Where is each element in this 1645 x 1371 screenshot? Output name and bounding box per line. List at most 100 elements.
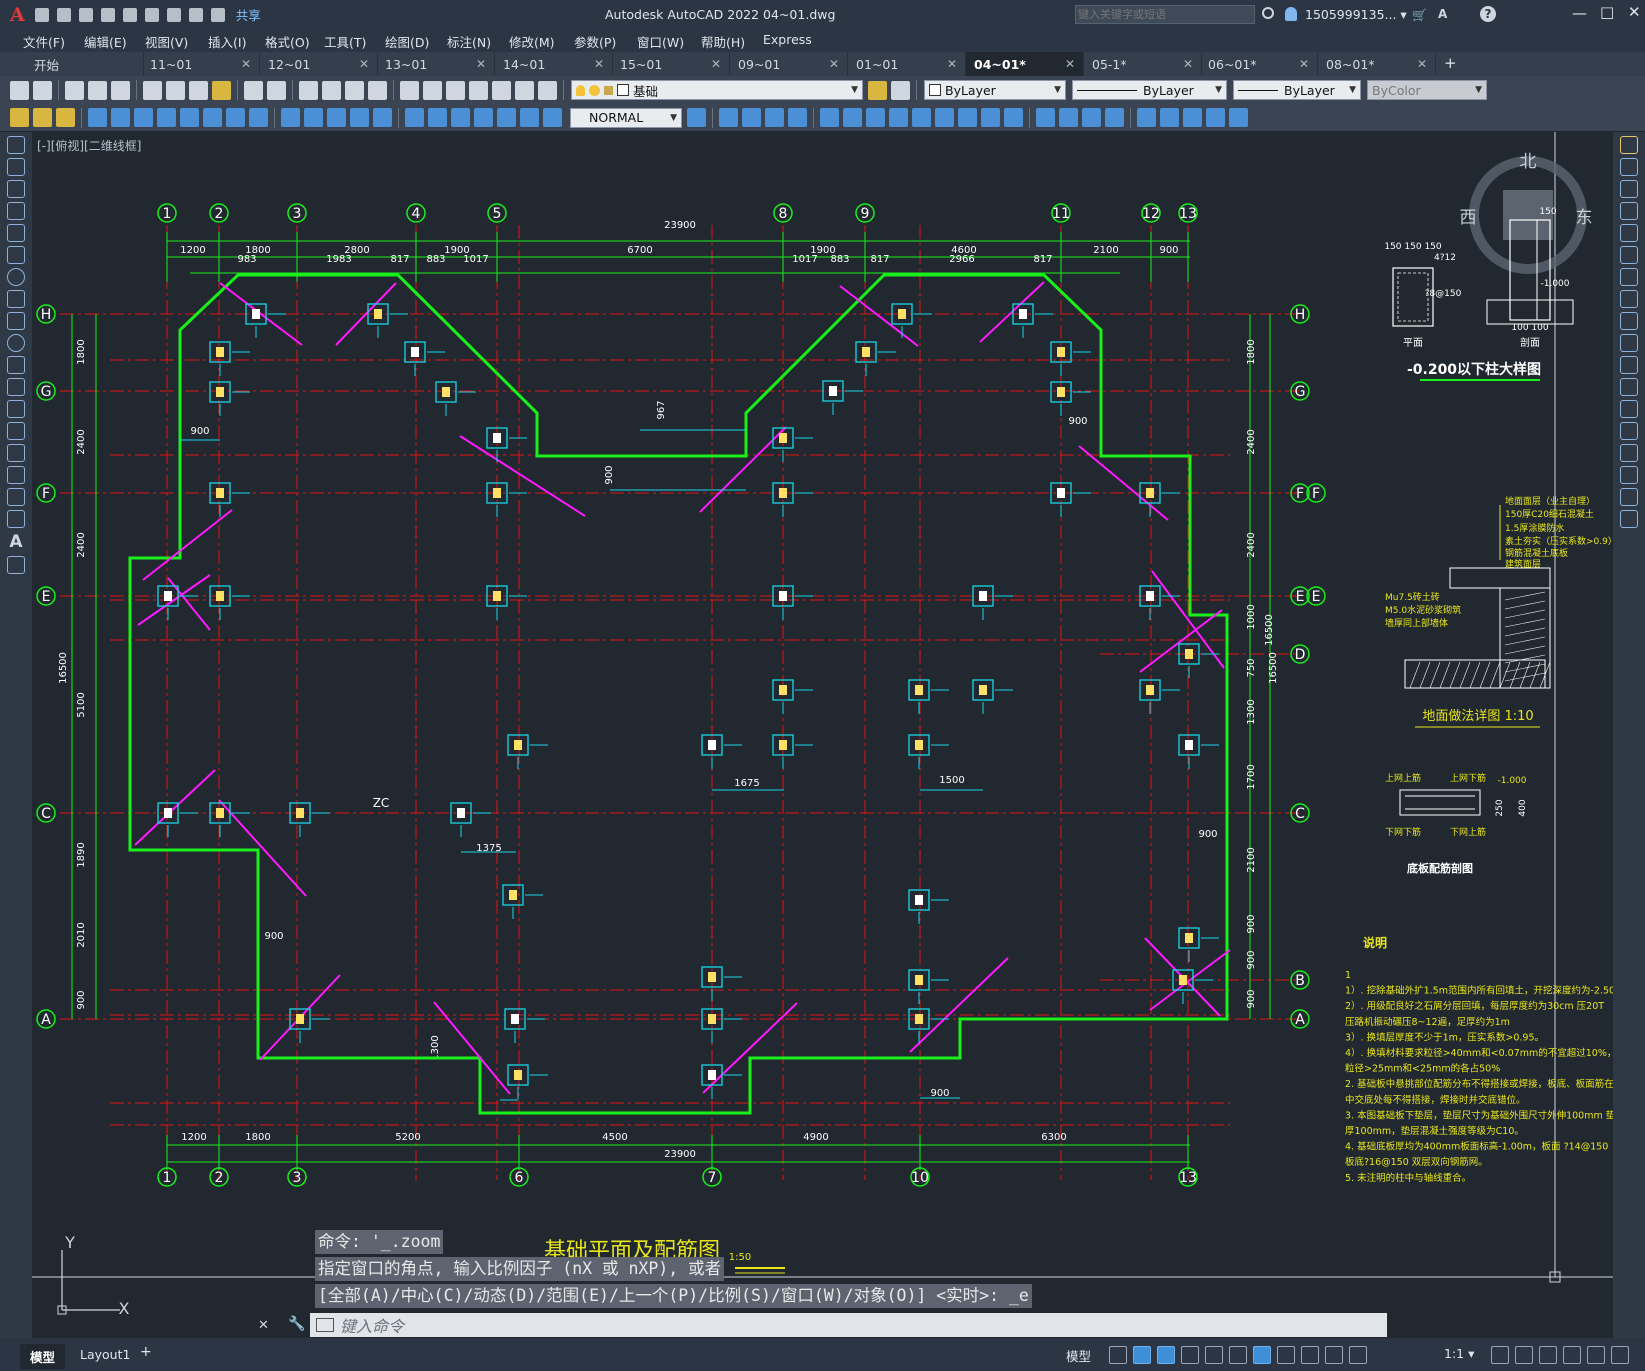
zoom-window-icon[interactable]	[345, 80, 364, 100]
file-tab[interactable]: 12~01 ✕	[260, 52, 378, 76]
command-input[interactable]: 键入命令	[340, 1313, 404, 1337]
erase-icon[interactable]	[1620, 136, 1638, 154]
chamfer-icon[interactable]	[1620, 444, 1638, 462]
command-close-icon[interactable]: ✕	[258, 1318, 269, 1333]
autoscale-icon[interactable]	[1349, 1346, 1367, 1364]
web-save-icon[interactable]	[144, 7, 159, 22]
array-icon[interactable]	[958, 108, 977, 127]
file-tab[interactable]: 01~01 ✕	[848, 52, 966, 76]
plot-icon[interactable]	[166, 7, 181, 22]
blend-icon[interactable]	[1620, 488, 1638, 506]
tab-close-icon[interactable]: ✕	[476, 57, 486, 71]
dim-space-icon[interactable]	[350, 108, 369, 127]
search-box[interactable]	[1075, 5, 1255, 24]
color-dropdown[interactable]: ByLayer ▼	[924, 80, 1066, 100]
inspection-icon[interactable]	[451, 108, 470, 127]
make-block-icon[interactable]	[7, 400, 25, 418]
menu-item[interactable]: 视图(V)	[138, 32, 195, 51]
tab-close-icon[interactable]: ✕	[829, 57, 839, 71]
polar-icon[interactable]	[1181, 1346, 1199, 1364]
tool-palettes-icon[interactable]	[446, 80, 465, 100]
tolerance-icon[interactable]	[405, 108, 424, 127]
menu-item[interactable]: 标注(N)	[440, 32, 498, 51]
join-icon[interactable]	[1620, 422, 1638, 440]
layer-previous-icon[interactable]	[891, 80, 910, 100]
linetype-dropdown[interactable]: ByLayer ▼	[1072, 80, 1227, 100]
markup-icon[interactable]	[492, 80, 511, 100]
region-icon[interactable]	[7, 488, 25, 506]
save-icon[interactable]	[78, 7, 93, 22]
fillet-icon[interactable]	[1620, 466, 1638, 484]
zoom-previous-icon[interactable]	[368, 80, 387, 100]
gear-icon[interactable]	[1491, 1346, 1509, 1364]
pan-icon[interactable]	[299, 80, 318, 100]
jogged-linear-icon[interactable]	[474, 108, 493, 127]
trim-icon-r[interactable]	[1620, 334, 1638, 352]
file-tab[interactable]: 08~01* ✕	[1318, 52, 1436, 76]
aligned-dim-icon[interactable]	[111, 108, 130, 127]
undo-icon[interactable]	[188, 7, 203, 22]
file-tab[interactable]: 13~01 ✕	[377, 52, 495, 76]
menu-item[interactable]: 工具(T)	[317, 32, 373, 51]
hatch-icon[interactable]	[7, 444, 25, 462]
linear-dim-icon[interactable]	[88, 108, 107, 127]
osnap-icon[interactable]	[1253, 1346, 1271, 1364]
paste-icon[interactable]	[189, 80, 208, 100]
file-tab[interactable]: 15~01 ✕	[612, 52, 730, 76]
angular-dim-icon[interactable]	[249, 108, 268, 127]
menu-item[interactable]: 帮助(H)	[694, 32, 752, 51]
line-icon[interactable]	[7, 136, 25, 154]
rotate-icon-r[interactable]	[1620, 268, 1638, 286]
point-icon[interactable]	[7, 422, 25, 440]
stretch-icon[interactable]	[866, 108, 885, 127]
ortho-icon[interactable]	[1157, 1346, 1175, 1364]
menu-item[interactable]: 文件(F)	[16, 32, 72, 51]
tab-close-icon[interactable]: ✕	[1299, 57, 1309, 71]
continue-dim-icon[interactable]	[327, 108, 346, 127]
add-layout-icon[interactable]: +	[140, 1344, 152, 1360]
help-tb-icon[interactable]	[538, 80, 557, 100]
diameter-dim-icon[interactable]	[226, 108, 245, 127]
rectangle-icon[interactable]	[7, 224, 25, 242]
move-icon-r[interactable]	[1620, 246, 1638, 264]
command-line[interactable]: 键入命令	[310, 1313, 1387, 1337]
solid-cone-icon[interactable]	[765, 108, 784, 127]
layout-tab[interactable]: 模型	[20, 1344, 66, 1369]
dim-break-icon[interactable]	[373, 108, 392, 127]
menu-item[interactable]: 插入(I)	[201, 32, 253, 51]
stretch-icon-r[interactable]	[1620, 312, 1638, 330]
mirror-icon[interactable]	[912, 108, 931, 127]
isodraft-icon[interactable]	[1205, 1346, 1223, 1364]
customize-icon[interactable]	[1611, 1346, 1629, 1364]
properties-icon[interactable]	[400, 80, 419, 100]
lineweight-dropdown[interactable]: ByLayer ▼	[1233, 80, 1361, 100]
layout-tab[interactable]: Layout1	[70, 1344, 140, 1365]
add-selected-icon[interactable]	[7, 556, 25, 574]
plus-icon[interactable]	[1515, 1346, 1533, 1364]
menu-item[interactable]: 参数(P)	[567, 32, 623, 51]
viewport-controls[interactable]: [-][俯视][二维线框]	[37, 137, 141, 154]
snap-icon[interactable]	[1133, 1346, 1151, 1364]
ellipse-icon[interactable]	[7, 334, 25, 352]
center-mark-icon[interactable]	[428, 108, 447, 127]
dim-update-icon[interactable]	[543, 108, 562, 127]
saveas-icon[interactable]	[100, 7, 115, 22]
draworder-icon[interactable]	[10, 108, 29, 127]
offset-icon[interactable]	[981, 108, 1000, 127]
close-button[interactable]: ✕	[1616, 3, 1645, 21]
baseline-dim-icon[interactable]	[304, 108, 323, 127]
drawing-canvas[interactable]: 1 2 3 4 5 8 9 11 12 131 2 3 6 7 10 13HGFECAHGFEDCBAFE12…	[32, 132, 1613, 1338]
explode-icon[interactable]	[1620, 510, 1638, 528]
tab-close-icon[interactable]: ✕	[359, 57, 369, 71]
solid-cylinder-icon[interactable]	[742, 108, 761, 127]
text-front-icon[interactable]	[33, 108, 52, 127]
revcloud-icon[interactable]	[7, 290, 25, 308]
mirror-icon-r[interactable]	[1620, 180, 1638, 198]
cart-icon[interactable]: 🛒	[1412, 8, 1427, 22]
file-tab[interactable]: 14~01 ✕	[495, 52, 613, 76]
isolate-icon[interactable]	[1539, 1346, 1557, 1364]
table-icon[interactable]	[7, 510, 25, 528]
autocad-app-icon[interactable]: A	[0, 4, 31, 26]
plotstyle-dropdown[interactable]: ByColor ▼	[1367, 80, 1487, 100]
file-tab[interactable]: 开始	[26, 52, 144, 76]
